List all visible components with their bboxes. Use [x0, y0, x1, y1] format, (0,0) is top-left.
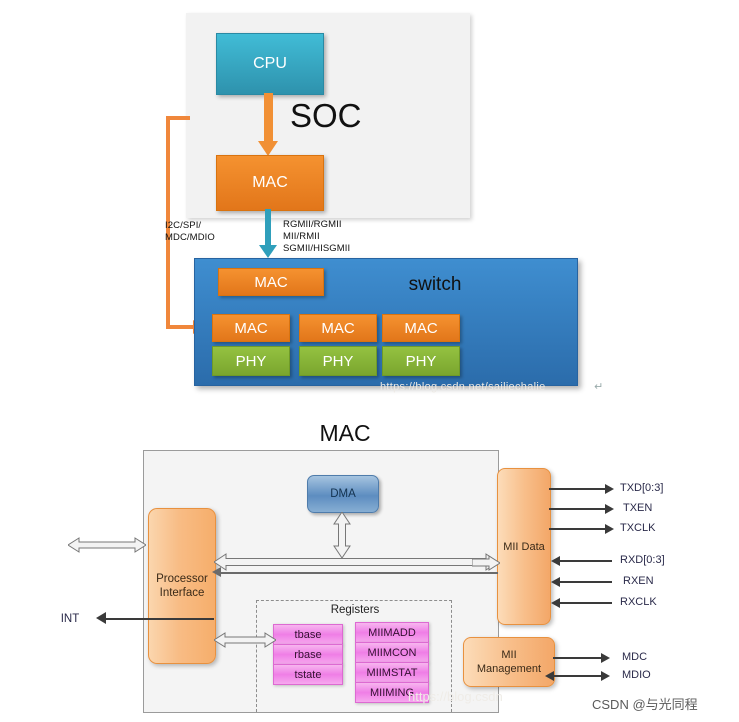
data-bus-label-line3: SGMII/HISGMII [283, 243, 351, 254]
processor-interface-block: Processor Interface [148, 508, 216, 664]
switch-port-phy-0: PHY [212, 346, 290, 376]
signal-txd: TXD[0:3] [620, 482, 664, 494]
processor-interface-label-line2: Interface [159, 587, 205, 599]
rxclk-arrow-head [551, 598, 560, 608]
rxd-arrow-head [551, 556, 560, 566]
mii-management-label-line1: MII [501, 649, 517, 661]
switch-port-phy-1: PHY [299, 346, 377, 376]
dma-bus-arrow [333, 512, 351, 558]
switch-label: switch [408, 274, 462, 295]
mdc-arrow-head [601, 653, 610, 663]
bottom-watermark-faint: https://blog.csdn [408, 688, 503, 704]
mii-data-input-arrow [472, 555, 500, 571]
register-rbase: rbase [273, 644, 343, 665]
switch-port-mac-2: MAC [382, 314, 460, 342]
switch-uplink-mac-label: MAC [254, 273, 288, 291]
mii-data-block: MII Data [497, 468, 551, 625]
data-bus-label-line2: MII/RMII [283, 231, 320, 242]
txen-arrow-head [605, 504, 614, 514]
txd-line [549, 488, 607, 490]
txclk-arrow-head [605, 524, 614, 534]
register-tstate: tstate [273, 664, 343, 685]
switch-port-phy-0-label: PHY [235, 352, 267, 370]
mii-data-label: MII Data [503, 540, 545, 553]
signal-rxen: RXEN [623, 575, 654, 587]
dma-label: DMA [330, 488, 356, 500]
int-signal-line [104, 618, 214, 620]
external-bus-arrow [68, 537, 146, 553]
processor-to-registers-arrow [214, 632, 276, 648]
register-column-a: tbase rbase tstate [273, 624, 343, 685]
rxclk-line [560, 602, 612, 604]
paragraph-mark: ↵ [594, 381, 604, 393]
switch-port-phy-2: PHY [382, 346, 460, 376]
soc-mac-block: MAC [216, 155, 324, 211]
processor-to-mii-bus-arrow [214, 553, 498, 571]
mgmt-bus-label-line1: I2C/SPI/ [165, 220, 202, 231]
register-miimadd: MIIMADD [355, 622, 429, 643]
register-miimstat: MIIMSTAT [355, 662, 429, 683]
signal-rxclk: RXCLK [620, 596, 657, 608]
mgmt-bus-label-line2: MDC/MDIO [165, 232, 215, 243]
register-miimcon: MIIMCON [355, 642, 429, 663]
switch-port-mac-2-label: MAC [404, 319, 438, 337]
mdio-line [553, 675, 603, 677]
switch-port-phy-2-label: PHY [405, 352, 437, 370]
cpu-to-mac-arrow-shaft [264, 93, 273, 145]
int-signal-arrow-head [96, 612, 106, 624]
mgmt-bus-label: I2C/SPI/ MDC/MDIO [165, 220, 255, 244]
signal-txclk: TXCLK [620, 522, 656, 534]
signal-txen: TXEN [623, 502, 653, 514]
cpu-block: CPU [216, 33, 324, 95]
txclk-line [549, 528, 607, 530]
mac-to-switch-arrow-head [259, 245, 277, 258]
data-bus-label: RGMII/RGMII MII/RMII SGMII/HISGMII [283, 219, 413, 255]
secondary-bus-arrow-head [212, 567, 221, 577]
soc-label: SOC [290, 97, 362, 134]
rxen-line [560, 581, 612, 583]
switch-port-mac-1-label: MAC [321, 319, 355, 337]
data-bus-label-line1: RGMII/RGMII [283, 219, 342, 230]
signal-rxd: RXD[0:3] [620, 554, 665, 566]
soc-mac-label: MAC [252, 174, 288, 191]
switch-uplink-mac-block: MAC [218, 268, 324, 296]
mgmt-path-bottom-segment [166, 325, 196, 329]
csdn-watermark: CSDN @与光同程 [592, 696, 698, 712]
mdc-line [553, 657, 603, 659]
switch-port-mac-0: MAC [212, 314, 290, 342]
registers-group-label: Registers [330, 604, 380, 616]
switch-port-mac-0-label: MAC [234, 319, 268, 337]
mii-management-block: MII Management [463, 637, 555, 687]
signal-mdio: MDIO [622, 669, 651, 681]
mdio-arrow-head-left [545, 671, 554, 681]
switch-port-phy-1-label: PHY [322, 352, 354, 370]
rxd-line [560, 560, 612, 562]
switch-port-mac-1: MAC [299, 314, 377, 342]
mac-diagram-title: MAC [319, 419, 371, 446]
top-watermark: https://blog.csdn.net/sailiechalie [380, 381, 546, 393]
secondary-bus-line [218, 572, 498, 574]
mii-management-label-line2: Management [476, 663, 542, 675]
rxen-arrow-head [551, 577, 560, 587]
dma-block: DMA [307, 475, 379, 513]
mac-to-switch-arrow-shaft [265, 209, 271, 249]
processor-interface-label-line1: Processor [156, 573, 208, 585]
txd-arrow-head [605, 484, 614, 494]
cpu-label: CPU [253, 55, 287, 72]
int-signal-label: INT [60, 613, 80, 625]
cpu-to-mac-arrow-head [258, 141, 278, 156]
signal-mdc: MDC [622, 651, 648, 663]
txen-line [549, 508, 607, 510]
register-tbase: tbase [273, 624, 343, 645]
mdio-arrow-head-right [601, 671, 610, 681]
